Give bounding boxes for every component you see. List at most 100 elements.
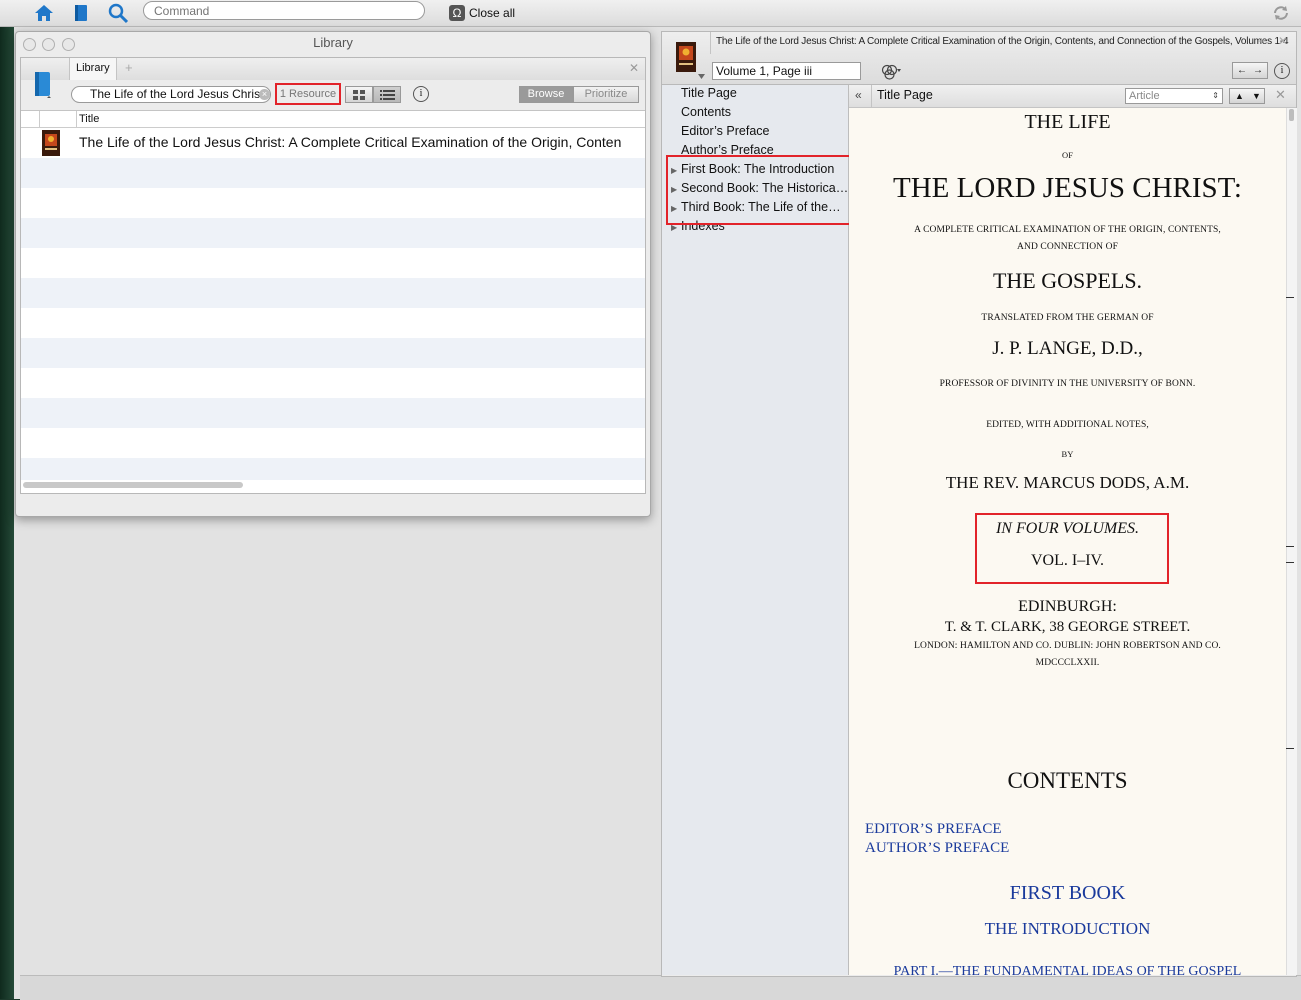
- library-controls: The Life of the Lord Jesus Chris × 1 Res…: [21, 72, 645, 111]
- horizontal-scrollbar[interactable]: [23, 482, 243, 488]
- close-all-label: Close all: [469, 6, 516, 20]
- home-icon[interactable]: [33, 2, 55, 24]
- library-panel: Library + ✕ The Life of the Lord Jesus C…: [20, 57, 646, 494]
- editor-line: BY: [1061, 449, 1074, 459]
- toc-item-title-page[interactable]: Title Page: [681, 86, 737, 100]
- grid-icon: [353, 90, 365, 100]
- book-page: THE LIFE OF THE LORD JESUS CHRIST: A COM…: [849, 108, 1286, 975]
- publisher-line: MDCCCLXXII.: [1035, 658, 1100, 668]
- library-window: Library Library + ✕ The Life of the Lord…: [15, 31, 651, 517]
- table-row: [21, 248, 645, 278]
- title-line: THE LIFE: [1024, 111, 1111, 133]
- page-bar: « Title Page Article ⇕ ▲ ▼ ✕: [849, 85, 1296, 108]
- title-line: OF: [1061, 150, 1074, 160]
- title-line: THE LORD JESUS CHRIST:: [892, 172, 1242, 204]
- title-line: THE GOSPELS.: [992, 268, 1143, 293]
- publisher-line: T. & T. CLARK, 38 GEORGE STREET.: [944, 619, 1191, 635]
- grid-view-button[interactable]: [345, 86, 373, 103]
- column-divider: [39, 111, 40, 127]
- prioritize-button[interactable]: Prioritize: [573, 86, 639, 103]
- subtitle-line: A COMPLETE CRITICAL EXAMINATION OF THE O…: [914, 225, 1221, 235]
- library-window-title: Library: [313, 35, 353, 50]
- status-bar: [20, 975, 1301, 1000]
- book-cover-icon[interactable]: [676, 42, 696, 72]
- highlight-annotation: [975, 513, 1169, 584]
- reader-toolbar: The Life of the Lord Jesus Christ: A Com…: [662, 32, 1296, 85]
- section-select-value: Article: [1129, 90, 1160, 102]
- close-panel-icon[interactable]: ✕: [629, 61, 639, 75]
- search-icon[interactable]: [107, 2, 129, 24]
- toc-item-contents[interactable]: Contents: [681, 105, 731, 119]
- resource-count: 1 Resource: [275, 83, 341, 105]
- scrollbar-thumb[interactable]: [1289, 109, 1294, 121]
- translation-line: TRANSLATED FROM THE GERMAN OF: [981, 313, 1154, 323]
- tab-library[interactable]: Library: [69, 58, 117, 80]
- minimize-window-button[interactable]: [42, 38, 55, 51]
- close-window-button[interactable]: [23, 38, 36, 51]
- subtitle-line: AND CONNECTION OF: [1017, 242, 1118, 252]
- visual-filters-icon[interactable]: [880, 64, 902, 80]
- app-toolbar: Ω Close all: [0, 0, 1301, 27]
- highlight-annotation: [666, 155, 854, 225]
- forward-arrow-icon[interactable]: →: [1253, 63, 1263, 78]
- library-search-input[interactable]: The Life of the Lord Jesus Chris: [71, 86, 271, 103]
- library-book-icon[interactable]: [70, 2, 92, 24]
- browse-button[interactable]: Browse: [519, 86, 573, 103]
- author-role-line: PROFESSOR OF DIVINITY IN THE UNIVERSITY …: [939, 379, 1196, 389]
- column-title[interactable]: Title: [79, 111, 99, 127]
- add-tab-icon[interactable]: +: [1258, 34, 1265, 48]
- command-input[interactable]: [143, 1, 425, 20]
- reader-tab-title[interactable]: The Life of the Lord Jesus Christ: A Com…: [716, 36, 1289, 47]
- part-one-link[interactable]: PART I.—THE FUNDAMENTAL IDEAS OF THE GOS…: [849, 964, 1286, 975]
- list-icon: [380, 90, 395, 100]
- author-line: J. P. LANGE, D.D.,: [992, 338, 1143, 359]
- collapse-toc-icon[interactable]: «: [855, 88, 862, 102]
- ruler-tick: [1286, 748, 1294, 749]
- table-row: [21, 428, 645, 458]
- clear-search-icon[interactable]: ×: [259, 89, 270, 100]
- reference-box[interactable]: Volume 1, Page iii: [712, 62, 861, 80]
- arrow-up-icon[interactable]: ▲: [1235, 89, 1244, 103]
- table-row: [21, 188, 645, 218]
- editors-preface-link[interactable]: EDITOR’S PREFACE: [865, 821, 1002, 838]
- editor-name-line: THE REV. MARCUS DODS, A.M.: [945, 473, 1190, 492]
- close-all-button[interactable]: Ω Close all: [449, 3, 515, 23]
- page-title: Title Page: [877, 88, 933, 102]
- ruler-tick: [1286, 546, 1294, 547]
- publisher-line: EDINBURGH:: [1018, 598, 1117, 615]
- chevron-down-icon[interactable]: [698, 74, 705, 79]
- library-panel-icon[interactable]: [33, 70, 53, 98]
- table-row: [21, 338, 645, 368]
- column-divider: [76, 111, 77, 127]
- reader-window: The Life of the Lord Jesus Christ: A Com…: [661, 31, 1297, 977]
- table-row: [21, 308, 645, 338]
- sync-icon[interactable]: [1272, 4, 1290, 22]
- section-select[interactable]: Article ⇕: [1125, 88, 1223, 104]
- zoom-window-button[interactable]: [62, 38, 75, 51]
- table-row: [21, 158, 645, 188]
- close-icon[interactable]: ✕: [1275, 87, 1286, 103]
- info-icon[interactable]: i: [1274, 63, 1290, 79]
- contents-heading: CONTENTS: [1007, 768, 1128, 793]
- library-table-header: Title: [21, 111, 645, 128]
- table-row: [21, 368, 645, 398]
- table-row: [21, 458, 645, 480]
- toc-item-editors-preface[interactable]: Editor’s Preface: [681, 124, 769, 138]
- first-book-link[interactable]: FIRST BOOK: [849, 882, 1286, 905]
- back-arrow-icon[interactable]: ←: [1237, 63, 1247, 78]
- table-row[interactable]: The Life of the Lord Jesus Christ: A Com…: [21, 128, 645, 158]
- introduction-link[interactable]: THE INTRODUCTION: [849, 919, 1286, 939]
- bar-divider: [871, 85, 872, 107]
- list-view-button[interactable]: [373, 86, 401, 103]
- add-tab-icon[interactable]: +: [125, 60, 133, 75]
- library-tab-bar: Library + ✕: [21, 58, 645, 81]
- history-nav-buttons[interactable]: ← →: [1232, 62, 1268, 79]
- table-row: [21, 218, 645, 248]
- section-nav-buttons[interactable]: ▲ ▼: [1229, 88, 1265, 104]
- row-title: The Life of the Lord Jesus Christ: A Com…: [79, 134, 622, 150]
- vertical-scrollbar[interactable]: [1286, 108, 1297, 975]
- close-panel-icon[interactable]: ✕: [1278, 34, 1288, 48]
- authors-preface-link[interactable]: AUTHOR’S PREFACE: [865, 840, 1009, 857]
- arrow-down-icon[interactable]: ▼: [1252, 89, 1261, 103]
- info-icon[interactable]: i: [413, 86, 429, 102]
